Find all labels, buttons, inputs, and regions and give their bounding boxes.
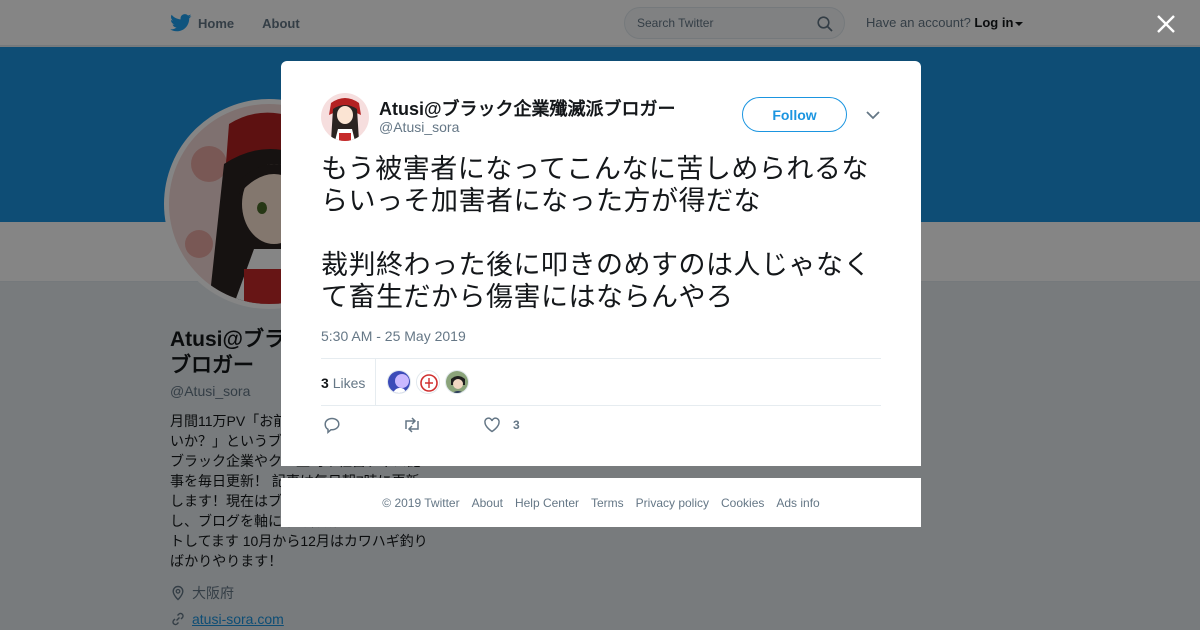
modal-footer: © 2019 Twitter About Help Center Terms P… [281, 478, 921, 527]
liker-avatar[interactable] [387, 370, 411, 394]
footer-copyright: © 2019 Twitter [382, 495, 460, 510]
chevron-down-icon[interactable] [865, 109, 881, 121]
author-avatar[interactable] [321, 93, 369, 141]
reply-button[interactable] [323, 416, 341, 434]
author-name[interactable]: Atusi@ブラック企業殲滅派ブロガー [379, 95, 676, 121]
liker-avatar-image [388, 371, 410, 393]
reply-icon [324, 417, 340, 434]
follow-button[interactable]: Follow [742, 97, 847, 132]
close-icon[interactable] [1155, 13, 1177, 35]
retweet-button[interactable] [402, 416, 422, 434]
footer-link-about[interactable]: About [472, 496, 503, 510]
footer-link-cookies[interactable]: Cookies [721, 496, 764, 510]
tweet-text: もう被害者になってこんなに苦しめられるならいっそ加害者になった方が得だな 裁判終… [321, 153, 891, 345]
liker-avatar-image [417, 371, 439, 393]
footer-link-privacy[interactable]: Privacy policy [636, 496, 709, 510]
liker-avatar[interactable] [416, 370, 440, 394]
tweet-timestamp[interactable]: 5:30 AM - 25 May 2019 [321, 328, 466, 344]
stats-divider [375, 359, 376, 405]
like-count: 3 [513, 418, 520, 432]
liker-avatar-image [446, 371, 468, 393]
retweet-icon [405, 417, 419, 433]
author-avatar-image [321, 93, 369, 141]
author-handle[interactable]: @Atusi_sora [379, 119, 459, 135]
tweet-text-paragraph-1: もう被害者になってこんなに苦しめられるならいっそ加害者になった方が得だな [321, 154, 869, 216]
likes-label: Likes [332, 375, 366, 391]
liker-avatar[interactable] [445, 370, 469, 394]
footer-link-help-center[interactable]: Help Center [515, 496, 579, 510]
like-button[interactable]: 3 [483, 416, 520, 434]
footer-link-ads-info[interactable]: Ads info [776, 496, 819, 510]
tweet-text-paragraph-2: 裁判終わった後に叩きのめすのは人じゃなくて畜生だから傷害にはならんやろ [321, 250, 871, 312]
tweet-modal: Atusi@ブラック企業殲滅派ブロガー @Atusi_sora Follow も… [281, 61, 921, 466]
footer-link-terms[interactable]: Terms [591, 496, 624, 510]
tweet-stats: 3 Likes [321, 358, 881, 406]
likes-count: 3 [321, 375, 329, 391]
heart-icon [484, 417, 500, 433]
likes-stat[interactable]: 3 Likes [321, 375, 365, 391]
